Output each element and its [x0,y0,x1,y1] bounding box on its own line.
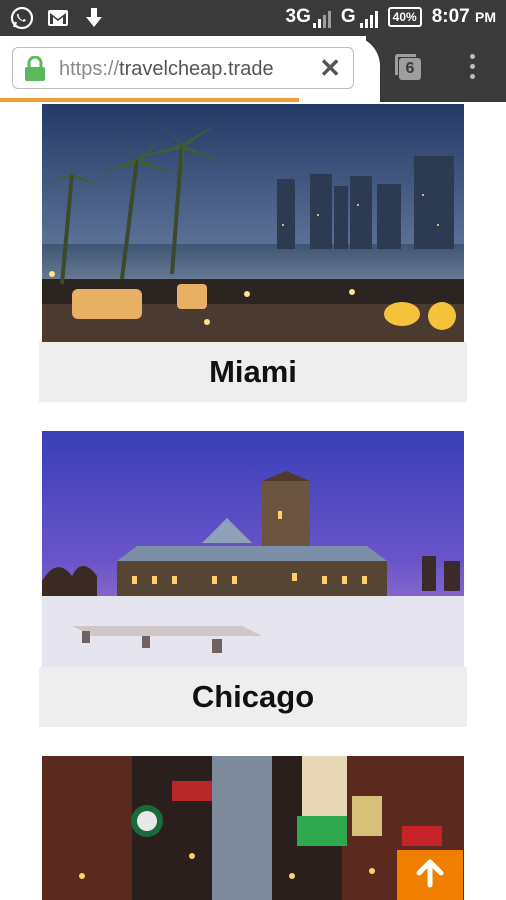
download-icon [82,6,106,30]
close-icon[interactable]: ✕ [319,54,341,82]
destination-photo[interactable] [42,431,464,667]
page-load-progress-bar [0,98,299,102]
signal-strength-icon [312,10,331,28]
url-text: https://travelcheap.trade [59,58,274,80]
gmail-icon [46,6,70,30]
destination-name[interactable]: Miami [39,342,467,402]
lock-icon [23,55,47,87]
overflow-menu-icon[interactable] [466,54,478,84]
clock: 8:07 PM [431,6,496,27]
tab-count: 6 [399,58,421,80]
whatsapp-icon [10,6,34,30]
browser-toolbar: https://travelcheap.trade ✕ 6 [0,36,506,102]
status-bar: 3G G 40% 8:07 PM [0,0,506,36]
battery-indicator: 40% [387,7,422,27]
network-g-indicator: G [341,6,378,28]
destination-name[interactable]: Chicago [39,667,467,727]
arrow-up-icon [415,858,445,893]
signal-strength-icon [359,10,378,28]
network-3g-indicator: 3G [286,6,331,28]
back-to-top-button[interactable] [397,850,463,900]
tabs-icon[interactable]: 6 [395,54,423,82]
destination-photo[interactable] [42,104,464,342]
address-bar[interactable]: https://travelcheap.trade ✕ [12,47,354,89]
